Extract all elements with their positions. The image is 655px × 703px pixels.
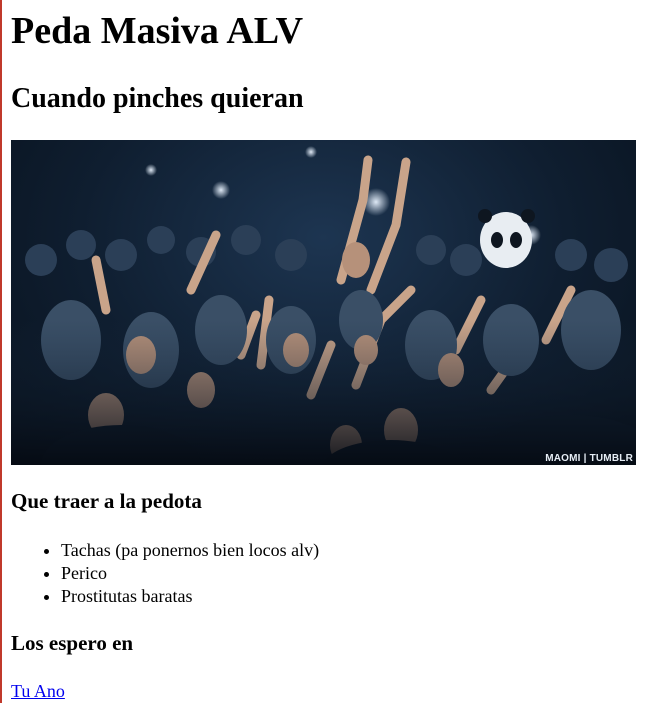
page-title: Peda Masiva ALV xyxy=(11,10,304,52)
crowd-illustration xyxy=(11,146,636,465)
image-watermark: MAOMI | TUMBLR xyxy=(545,453,633,464)
party-crowd-image: MAOMI | TUMBLR xyxy=(11,140,636,465)
list-item: Prostitutas baratas xyxy=(61,585,319,608)
bring-list: Tachas (pa ponernos bien locos alv) Peri… xyxy=(11,539,319,608)
page-subtitle: Cuando pinches quieran xyxy=(11,83,304,114)
bring-heading: Que traer a la pedota xyxy=(11,489,202,513)
list-item: Tachas (pa ponernos bien locos alv) xyxy=(61,539,319,562)
location-heading: Los espero en xyxy=(11,631,134,655)
list-item: Perico xyxy=(61,562,319,585)
location-link[interactable]: Tu Ano xyxy=(11,682,65,700)
left-border-line xyxy=(0,0,2,703)
panda-mask xyxy=(478,209,535,268)
